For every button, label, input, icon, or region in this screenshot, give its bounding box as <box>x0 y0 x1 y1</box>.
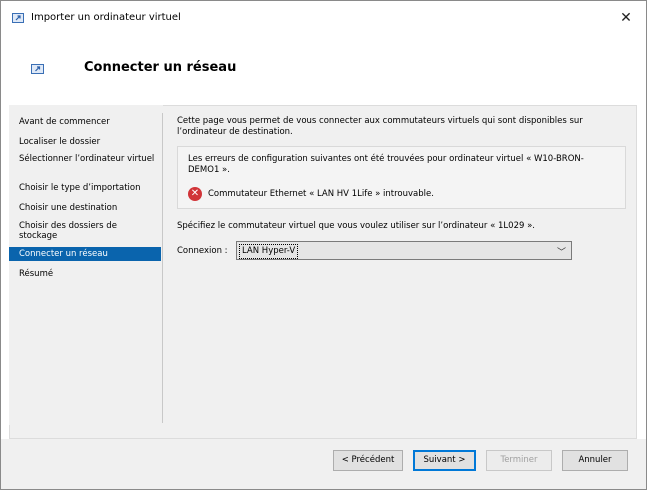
chevron-down-icon: ﹀ <box>556 248 566 258</box>
window-title: Importer un ordinateur virtuel <box>31 12 181 23</box>
wizard-icon <box>31 64 44 74</box>
nav-item-resume[interactable]: Résumé <box>9 269 161 279</box>
cancel-button[interactable]: Annuler <box>562 450 628 471</box>
next-button[interactable]: Suivant > <box>413 450 476 471</box>
nav-item-avant-de-commencer[interactable]: Avant de commencer <box>9 117 161 127</box>
nav-item-connecter-reseau[interactable]: Connecter un réseau <box>9 247 161 261</box>
switch-instruction: Spécifiez le commutateur virtuel que vou… <box>177 221 535 231</box>
page-title: Connecter un réseau <box>84 60 237 75</box>
connection-label: Connexion : <box>177 246 228 256</box>
nav-item-localiser-dossier[interactable]: Localiser le dossier <box>9 137 161 147</box>
page-header: Connecter un réseau <box>2 32 645 104</box>
error-panel: Les erreurs de configuration suivantes o… <box>177 146 626 209</box>
nav-item-type-importation[interactable]: Choisir le type d’importation <box>9 183 161 193</box>
error-message: Commutateur Ethernet « LAN HV 1Life » in… <box>208 189 434 199</box>
app-icon <box>12 13 24 23</box>
nav-item-destination[interactable]: Choisir une destination <box>9 203 161 213</box>
nav-item-selectionner-ordinateur[interactable]: Sélectionner l’ordinateur virtuel <box>9 154 159 164</box>
nav-item-dossiers-stockage[interactable]: Choisir des dossiers de stockage <box>9 221 144 241</box>
wizard-nav: Avant de commencer Localiser le dossier … <box>9 105 163 425</box>
error-intro: Les erreurs de configuration suivantes o… <box>188 154 584 175</box>
nav-divider <box>162 113 163 423</box>
previous-button[interactable]: < Précédent <box>333 450 403 471</box>
title-bar: Importer un ordinateur virtuel ✕ <box>1 1 646 32</box>
finish-button[interactable]: Terminer <box>486 450 552 471</box>
close-button[interactable]: ✕ <box>608 7 644 29</box>
error-icon: ✕ <box>188 187 202 201</box>
page-description: Cette page vous permet de vous connecter… <box>177 116 583 137</box>
import-vm-dialog: Importer un ordinateur virtuel ✕ Connect… <box>0 0 647 490</box>
connection-dropdown[interactable]: LAN Hyper-V ﹀ <box>236 241 572 260</box>
connection-value: LAN Hyper-V <box>239 244 299 259</box>
